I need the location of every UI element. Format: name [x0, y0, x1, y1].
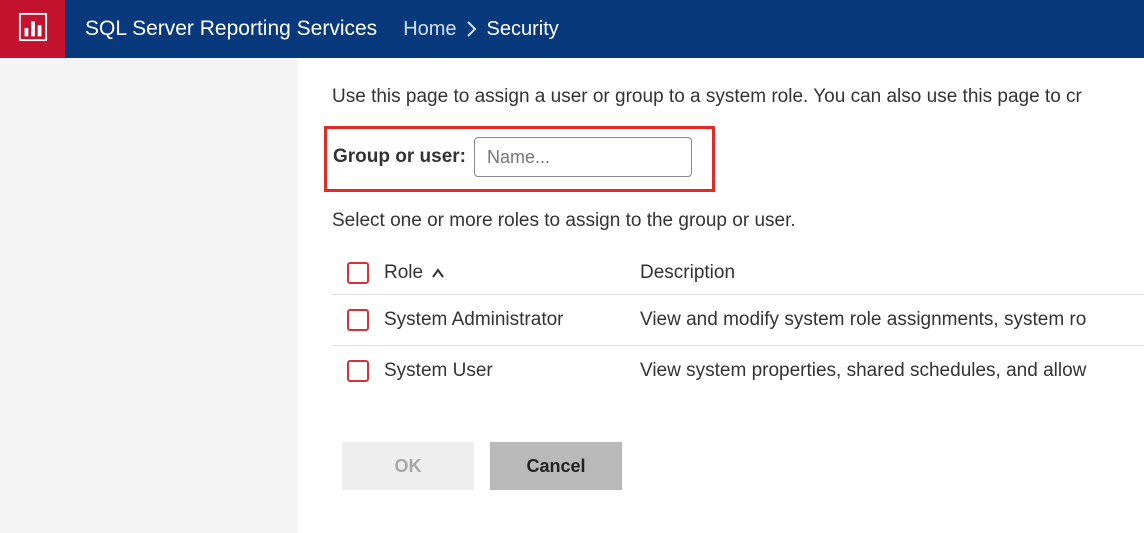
table-row: System Administrator View and modify sys… — [332, 294, 1144, 345]
left-sidebar — [0, 58, 298, 533]
table-row: System User View system properties, shar… — [332, 345, 1144, 396]
table-header-row: Role Description — [332, 252, 1144, 294]
select-roles-text: Select one or more roles to assign to th… — [332, 210, 1144, 232]
column-header-role-label: Role — [384, 262, 423, 283]
app-logo[interactable] — [0, 0, 65, 58]
breadcrumb-current: Security — [487, 18, 559, 41]
sort-ascending-icon — [432, 262, 444, 283]
select-all-checkbox[interactable] — [347, 262, 369, 284]
role-description: View and modify system role assignments,… — [640, 309, 1144, 331]
role-name: System User — [384, 360, 640, 382]
column-header-description[interactable]: Description — [640, 262, 1144, 284]
group-or-user-highlight: Group or user: — [324, 126, 715, 192]
button-row: OK Cancel — [332, 442, 1144, 490]
main-content: Use this page to assign a user or group … — [298, 58, 1144, 533]
bar-chart-icon — [18, 12, 48, 47]
chevron-right-icon — [467, 21, 477, 37]
cancel-button[interactable]: Cancel — [490, 442, 622, 490]
breadcrumb: Home Security — [403, 18, 559, 41]
row-checkbox[interactable] — [347, 309, 369, 331]
row-checkbox[interactable] — [347, 360, 369, 382]
role-description: View system properties, shared schedules… — [640, 360, 1144, 382]
column-header-role[interactable]: Role — [384, 262, 640, 284]
roles-table: Role Description System Administrator Vi… — [332, 252, 1144, 396]
breadcrumb-home-link[interactable]: Home — [403, 18, 456, 41]
ok-button[interactable]: OK — [342, 442, 474, 490]
group-or-user-input[interactable] — [474, 137, 692, 177]
group-or-user-label: Group or user: — [333, 146, 466, 168]
app-title: SQL Server Reporting Services — [85, 17, 377, 41]
role-name: System Administrator — [384, 309, 640, 331]
intro-text: Use this page to assign a user or group … — [332, 86, 1144, 108]
header-bar: SQL Server Reporting Services Home Secur… — [0, 0, 1144, 58]
